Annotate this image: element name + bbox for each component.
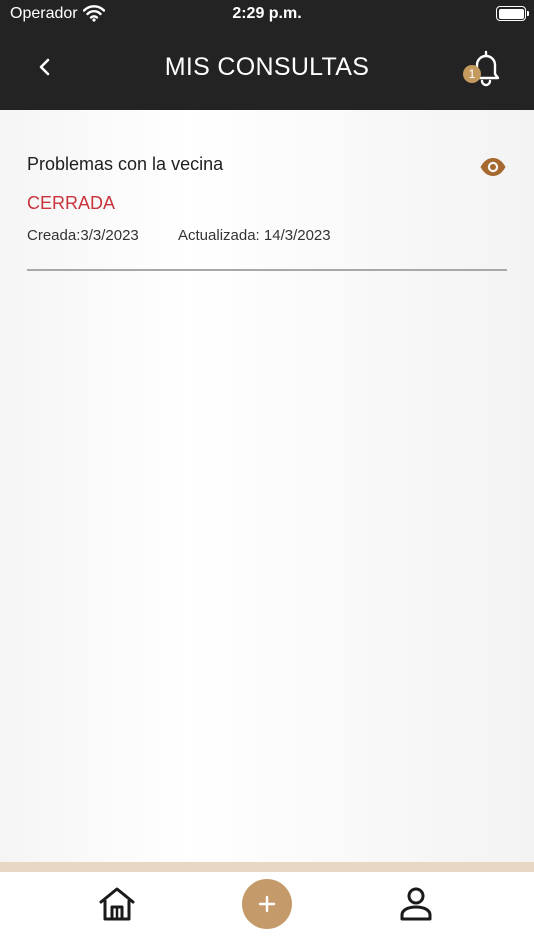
consultas-list: Problemas con la vecina CERRADA Creada:3… (0, 110, 534, 862)
plus-icon (258, 895, 276, 913)
notification-badge: 1 (463, 65, 481, 83)
status-bar: Operador 2:29 p.m. (0, 0, 534, 30)
status-badge: CERRADA (27, 193, 116, 213)
tab-home[interactable] (98, 886, 136, 922)
clock: 2:29 p.m. (232, 5, 302, 22)
page-title: MIS CONSULTAS (164, 53, 370, 81)
battery-icon (496, 6, 529, 21)
view-button[interactable] (479, 156, 507, 178)
home-icon (99, 887, 135, 921)
created-date: Creada:3/3/2023 (27, 227, 139, 244)
consulta-title: Problemas con la vecina (27, 154, 224, 174)
tab-profile[interactable] (398, 886, 434, 922)
updated-date: Actualizada: 14/3/2023 (178, 227, 331, 244)
add-consulta-button[interactable] (242, 879, 292, 929)
tab-bar-accent-strip (0, 862, 534, 872)
navigation-bar: MIS CONSULTAS 1 (0, 30, 534, 110)
top-bar: Operador 2:29 p.m. MIS CONSULTAS 1 (0, 0, 534, 110)
tab-bar (0, 872, 534, 950)
notifications-button[interactable]: 1 (460, 50, 506, 90)
consulta-item[interactable]: Problemas con la vecina CERRADA Creada:3… (27, 150, 507, 271)
user-icon (400, 887, 432, 921)
eye-icon (480, 158, 506, 176)
